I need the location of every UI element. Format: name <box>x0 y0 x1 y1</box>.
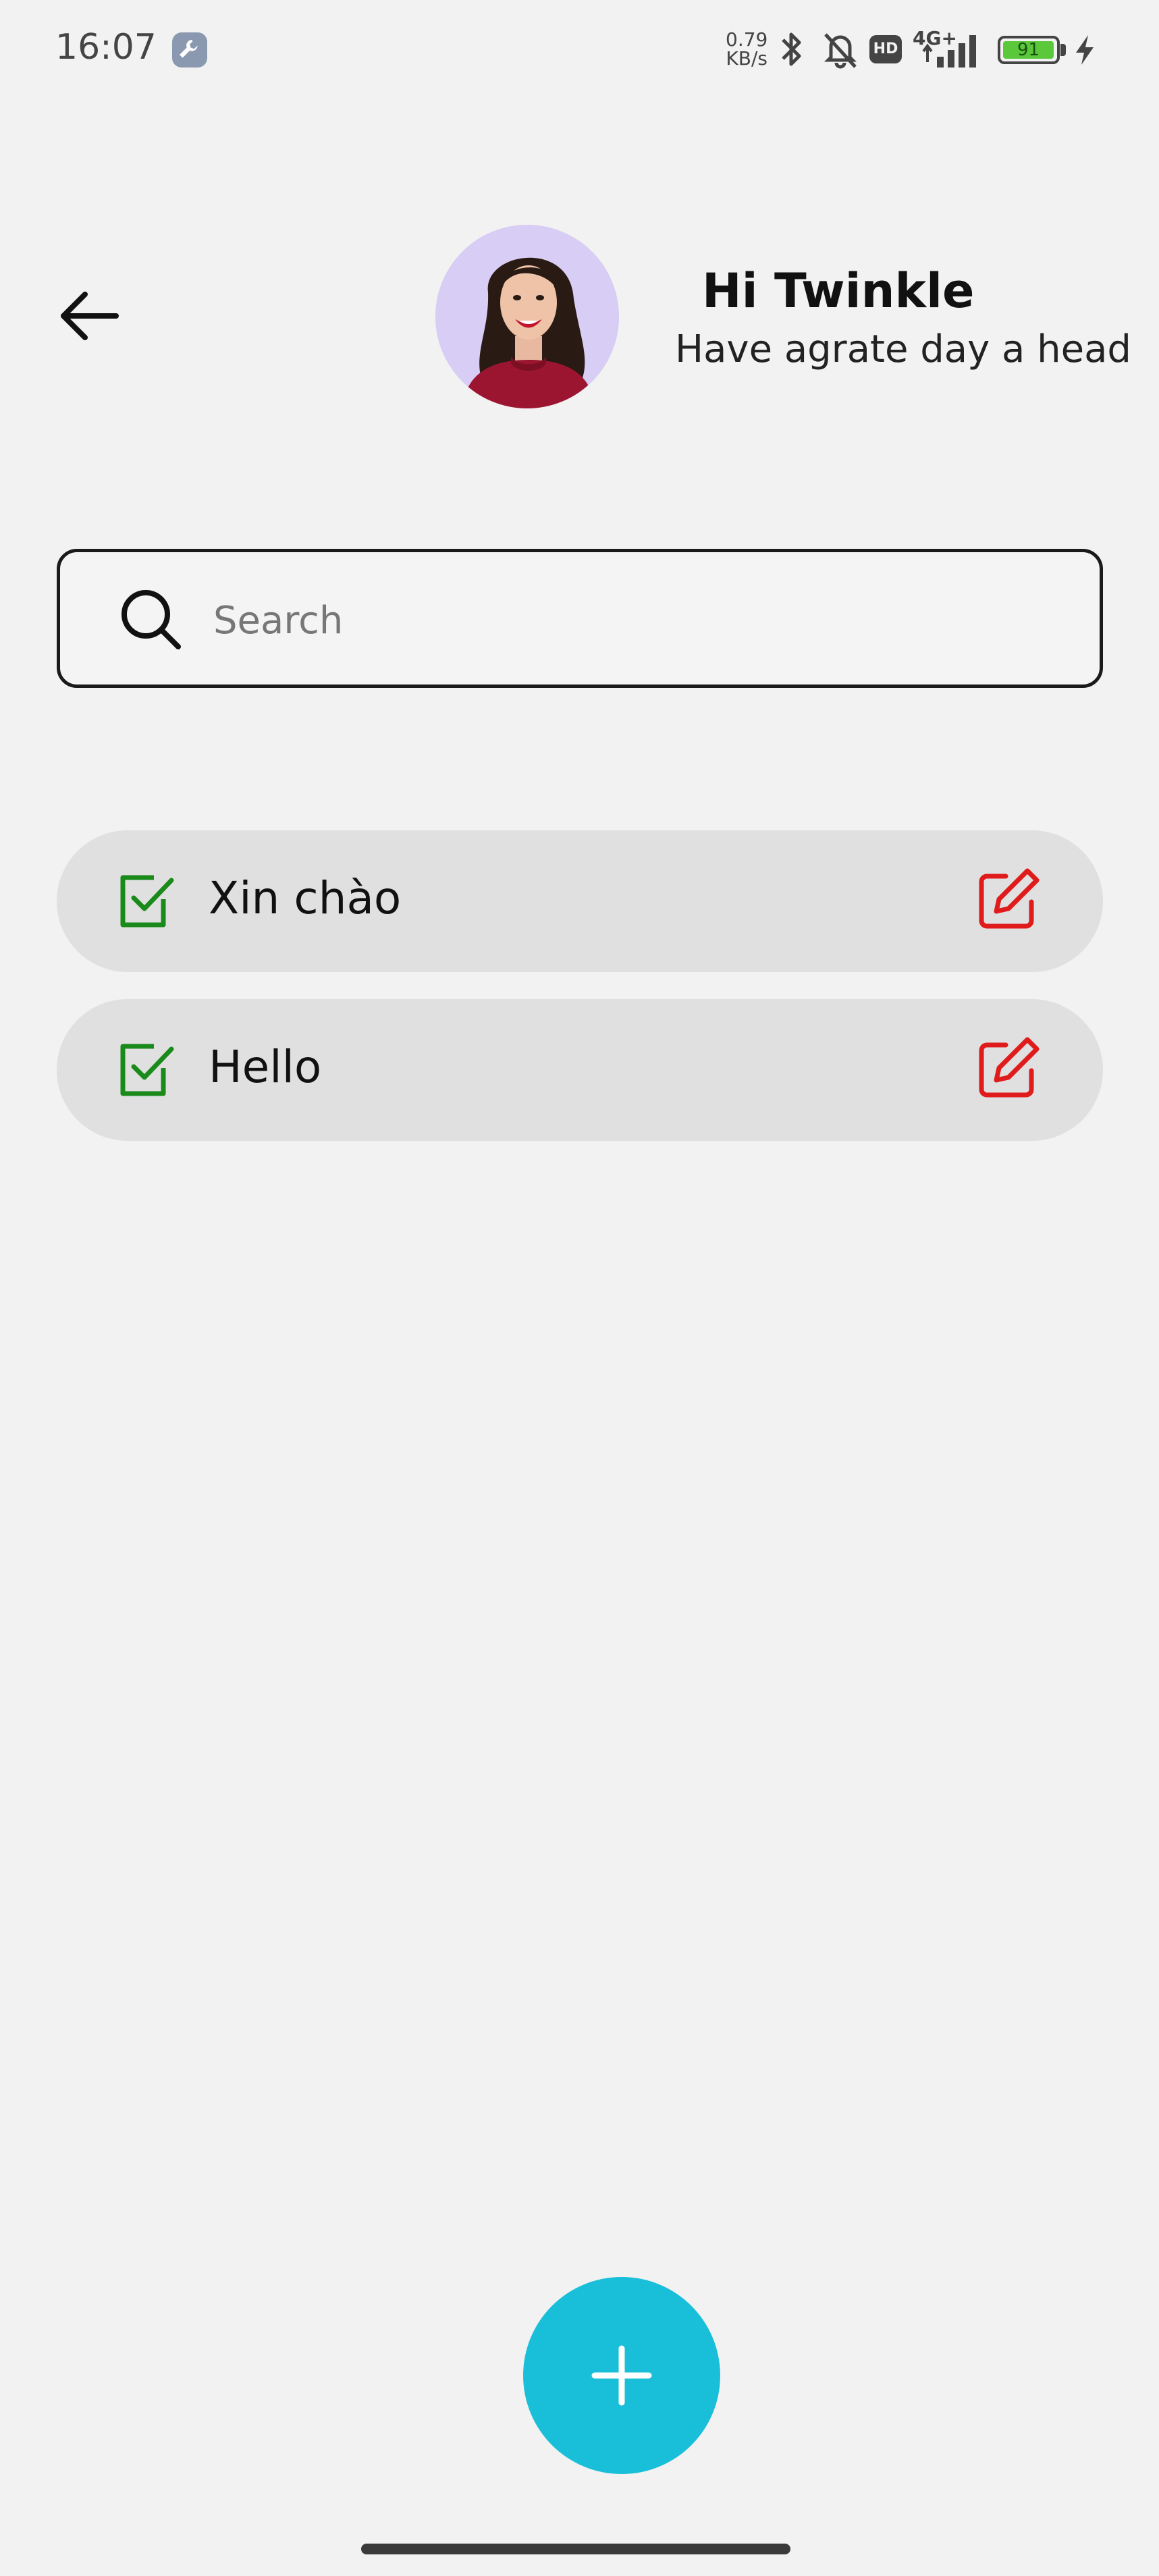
todo-item[interactable]: Hello <box>57 999 1103 1141</box>
greeting-title: Hi Twinkle <box>702 263 975 319</box>
signal-icon <box>922 35 976 68</box>
checkbox-checked-icon[interactable] <box>116 871 177 932</box>
bluetooth-icon <box>782 32 801 66</box>
avatar-image <box>435 225 619 408</box>
edit-icon[interactable] <box>975 865 1042 933</box>
charging-icon <box>1076 35 1094 65</box>
todo-label: Xin chào <box>209 872 402 924</box>
battery-tip <box>1060 44 1066 56</box>
checkbox-checked-icon[interactable] <box>116 1040 177 1100</box>
todo-item[interactable]: Xin chào <box>57 830 1103 972</box>
avatar[interactable] <box>435 225 619 408</box>
status-time: 16:07 <box>55 27 157 68</box>
search-icon <box>122 590 181 649</box>
back-button[interactable] <box>54 284 122 351</box>
plus-icon <box>591 2345 652 2406</box>
arrow-left-icon <box>61 292 119 340</box>
home-indicator[interactable] <box>361 2544 790 2554</box>
edit-icon[interactable] <box>975 1034 1042 1102</box>
hd-icon: HD <box>869 35 902 63</box>
greeting-subtitle: Have agrate day a head <box>675 327 1131 371</box>
todo-label: Hello <box>209 1041 322 1093</box>
search-input[interactable] <box>212 583 1025 658</box>
wrench-icon <box>172 32 207 68</box>
net-speed-unit: KB/s <box>726 47 767 70</box>
search-bar[interactable] <box>57 549 1103 688</box>
net-speed-value: 0.79 <box>726 28 768 51</box>
add-todo-button[interactable] <box>523 2277 720 2474</box>
battery-icon: 91 <box>998 36 1060 64</box>
bell-off-icon <box>824 33 857 69</box>
battery-level: 91 <box>1003 41 1054 59</box>
net-speed: 0.79 KB/s <box>726 30 767 68</box>
status-bar: 16:07 0.79 KB/s HD 4G+ 91 <box>0 0 1159 101</box>
